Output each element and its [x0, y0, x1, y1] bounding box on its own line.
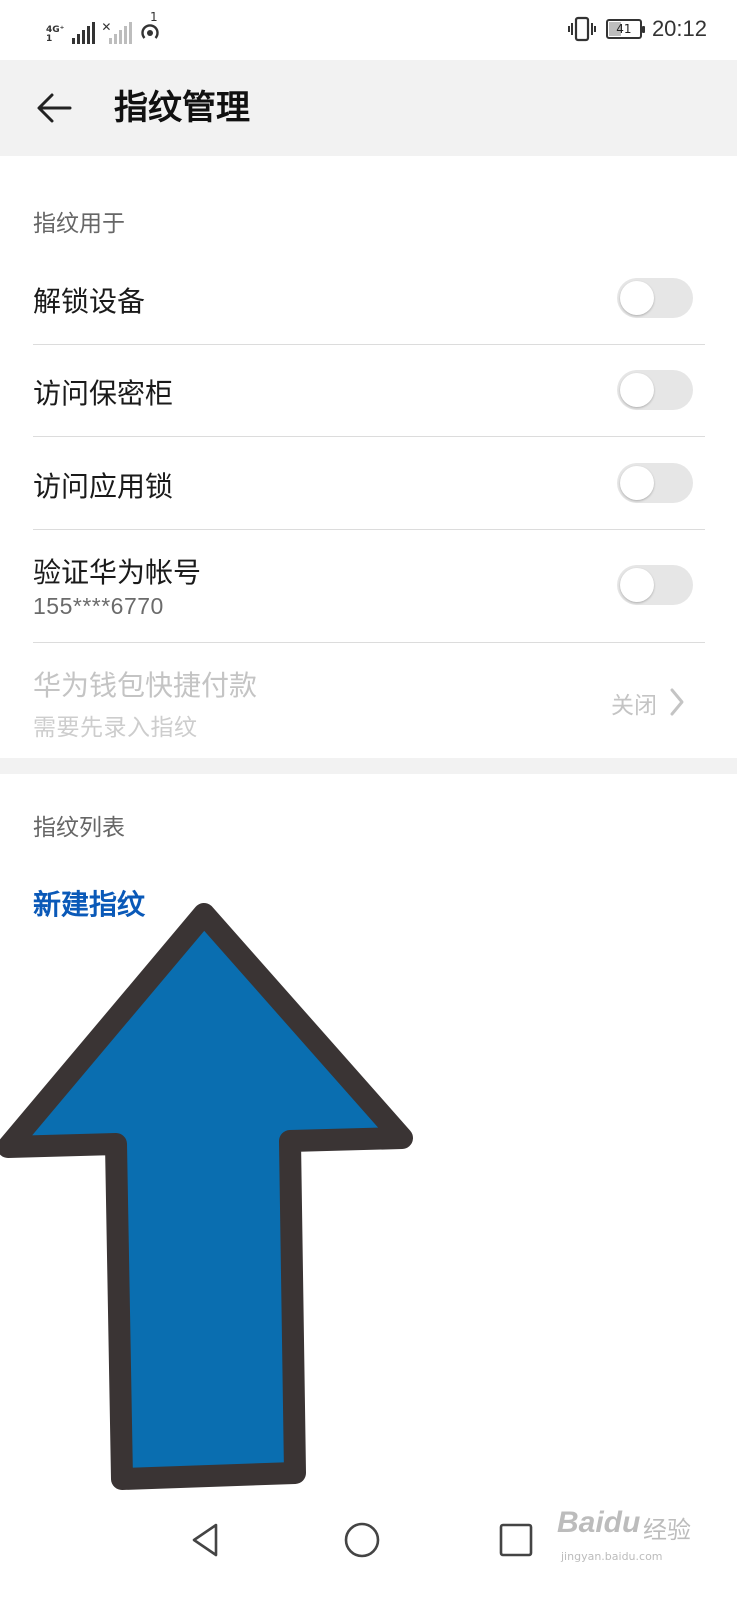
- status-right: 41 20:12: [567, 14, 707, 44]
- row-label: 验证华为帐号: [33, 556, 202, 589]
- status-clock: 20:12: [651, 16, 707, 41]
- section-header-fingerprint-list: 指纹列表: [33, 815, 125, 841]
- row-sublabel: 需要先录入指纹: [33, 715, 198, 741]
- row-label: 华为钱包快捷付款: [33, 669, 258, 702]
- toggle-knob: [620, 373, 654, 407]
- circle-home-icon: [344, 1522, 380, 1558]
- wallet-payment-value: 关闭: [611, 693, 657, 719]
- nav-recents-button[interactable]: [486, 1510, 546, 1570]
- vibrate-icon: [567, 16, 596, 42]
- divider: [33, 436, 705, 437]
- status-bar: 4G⁺ 1 ✕ 1 41 20:12: [0, 0, 737, 60]
- page-title: 指纹管理: [114, 88, 250, 128]
- new-fingerprint-button[interactable]: 新建指纹: [33, 883, 145, 923]
- divider: [33, 642, 705, 643]
- signal-strength-icon: [72, 22, 96, 44]
- sim2-no-service-mark: ✕: [101, 20, 112, 34]
- chevron-right-icon: [670, 688, 684, 716]
- row-label: 访问应用锁: [33, 470, 174, 503]
- toggle-knob: [620, 466, 654, 500]
- triangle-back-icon: [192, 1523, 218, 1557]
- app-bar: 指纹管理: [0, 60, 737, 156]
- hotspot-count-badge: 1: [150, 10, 158, 24]
- safe-access-toggle[interactable]: [617, 370, 693, 410]
- toggle-knob: [620, 281, 654, 315]
- list-item-huawei-account[interactable]: 验证华为帐号 155****6770: [33, 545, 705, 641]
- square-recents-icon: [499, 1523, 533, 1557]
- section-gap: [0, 758, 737, 774]
- huawei-account-toggle[interactable]: [617, 565, 693, 605]
- arrow-left-icon: [37, 93, 72, 123]
- network-type-indicator: 4G⁺ 1: [46, 26, 64, 44]
- list-item-safe-access[interactable]: 访问保密柜: [33, 362, 705, 436]
- sim2-signal-icon: [109, 22, 133, 44]
- nav-home-button[interactable]: [332, 1510, 392, 1570]
- back-button[interactable]: [30, 84, 78, 132]
- toggle-knob: [620, 568, 654, 602]
- section-header-usage: 指纹用于: [33, 211, 125, 237]
- annotation-arrow: [0, 903, 413, 1490]
- navigation-bar: [0, 1490, 737, 1600]
- nav-back-button[interactable]: [176, 1510, 236, 1570]
- list-item-wallet-payment: 华为钱包快捷付款 需要先录入指纹 关闭: [33, 658, 705, 754]
- list-item-unlock-device[interactable]: 解锁设备: [33, 270, 705, 344]
- unlock-device-toggle[interactable]: [617, 278, 693, 318]
- row-label: 访问保密柜: [33, 377, 174, 410]
- account-number: 155****6770: [33, 593, 164, 619]
- battery-level: 41: [616, 22, 632, 36]
- status-left: 4G⁺ 1 ✕: [46, 14, 162, 44]
- battery-icon: 41: [605, 19, 645, 39]
- row-label: 解锁设备: [33, 285, 146, 318]
- divider: [33, 529, 705, 530]
- divider: [33, 344, 705, 345]
- app-lock-toggle[interactable]: [617, 463, 693, 503]
- network-sub-label: 1: [46, 34, 53, 44]
- list-item-app-lock[interactable]: 访问应用锁: [33, 455, 705, 529]
